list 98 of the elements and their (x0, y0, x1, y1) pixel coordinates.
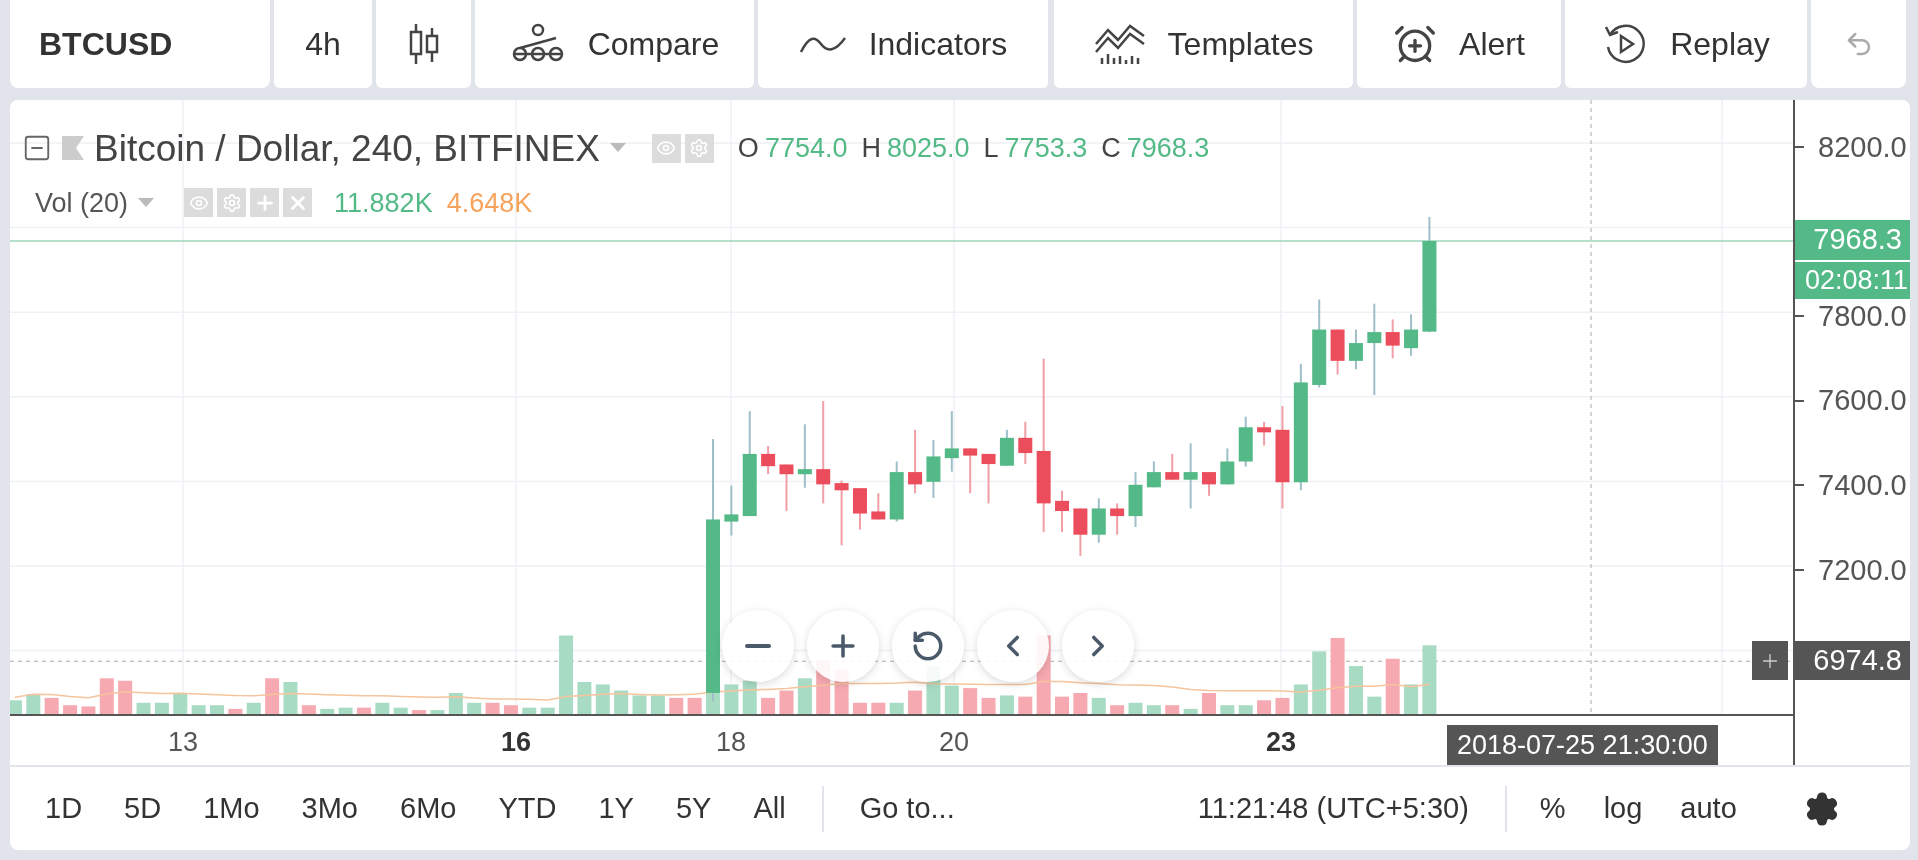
volume-value: 11.882K (334, 186, 433, 220)
candlestick (1220, 447, 1235, 486)
settings-icon (221, 192, 242, 213)
candlestick (834, 479, 849, 547)
price-label: 7400.0 (1818, 470, 1907, 500)
toolbar-button[interactable]: Compare (475, 0, 754, 88)
chart-lines-icon (1093, 22, 1146, 66)
candlestick (1330, 328, 1345, 376)
candlestick (999, 428, 1014, 467)
candlestick (1165, 452, 1180, 481)
toolbar-button[interactable]: Alert (1357, 0, 1561, 88)
candlestick (761, 444, 776, 476)
candlestick (1348, 328, 1363, 371)
ohlc-key: O (737, 128, 759, 169)
crosshair-price-label: 6974.8 (1795, 641, 1910, 680)
price-label: 7800.0 (1818, 301, 1907, 331)
candlestick (1385, 318, 1400, 360)
range-button[interactable]: 1Mo (182, 778, 281, 839)
candlestick (1183, 442, 1198, 510)
crosshair-time-label: 2018-07-25 21:30:00 (1447, 725, 1718, 765)
caret-icon[interactable] (138, 197, 155, 208)
visibility-button[interactable] (184, 188, 214, 218)
date-label: 16 (499, 726, 532, 759)
candlestick (889, 460, 904, 523)
range-button[interactable]: 1D (24, 778, 104, 839)
undo-button[interactable] (1811, 0, 1906, 88)
range-button[interactable]: 1Y (577, 778, 655, 839)
settings-icon (689, 138, 710, 159)
ohlc-value: 8025.0 (886, 132, 970, 165)
date-label: 20 (937, 726, 970, 759)
candlestick (797, 423, 812, 489)
range-button[interactable]: 5D (103, 778, 183, 839)
candlestick (1238, 415, 1253, 468)
ohlc-value: 7753.3 (1004, 132, 1088, 165)
ohlc-key: L (983, 128, 999, 169)
toolbar-button[interactable]: Replay (1565, 0, 1807, 88)
chart-type-button[interactable] (376, 0, 471, 88)
price-label: 7200.0 (1818, 555, 1907, 585)
candlestick (1091, 497, 1106, 544)
scale-option-button[interactable]: % (1520, 778, 1585, 839)
range-button[interactable]: YTD (477, 778, 578, 839)
reset-icon (911, 629, 945, 663)
toolbar-button[interactable]: Templates (1054, 0, 1353, 88)
visibility-button[interactable] (651, 133, 681, 163)
date-label: 18 (714, 726, 747, 759)
symbol-button[interactable]: BTCUSD (10, 0, 270, 88)
minus-icon (745, 644, 771, 648)
scroll-left-button[interactable] (977, 610, 1049, 682)
candlestick (871, 492, 886, 521)
candlestick (1257, 420, 1272, 447)
range-button[interactable]: 3Mo (280, 778, 379, 839)
add-line-button[interactable] (1752, 641, 1788, 680)
candlestick (1404, 313, 1419, 357)
add-button[interactable] (250, 188, 280, 218)
candlestick (1110, 502, 1125, 536)
scale-option-button[interactable]: auto (1661, 778, 1756, 839)
countdown-label: 02:08:11 (1795, 262, 1910, 299)
candlestick (1202, 471, 1216, 497)
caret-icon[interactable] (609, 143, 626, 154)
goto-button[interactable]: Go to... (838, 778, 976, 839)
candlestick (852, 487, 867, 531)
candlestick (1018, 420, 1033, 466)
ohlc-key: H (861, 128, 881, 169)
candlestick (1073, 507, 1088, 557)
ohlc-value: 7754.0 (764, 132, 848, 165)
ohlc-value: 7968.3 (1126, 132, 1210, 165)
range-button[interactable]: 5Y (654, 778, 733, 839)
interval-button[interactable]: 4h (274, 0, 372, 88)
clock-label: 11:21:48 (UTC+5:30) (1197, 790, 1469, 826)
candlestick (1055, 489, 1070, 534)
candlestick (908, 428, 923, 495)
candlestick (944, 410, 959, 473)
candlestick (1128, 471, 1143, 529)
toolbar-button[interactable]: Indicators (758, 0, 1050, 88)
flag-icon (62, 136, 84, 161)
candlestick (724, 484, 739, 537)
date-label: 23 (1264, 726, 1297, 759)
scale-option-button[interactable]: log (1584, 778, 1662, 839)
zoom-in-button[interactable] (807, 610, 879, 682)
range-button[interactable]: 6Mo (379, 778, 478, 839)
remove-button[interactable] (283, 188, 313, 218)
date-label: 13 (166, 726, 199, 759)
zoom-out-button[interactable] (722, 610, 794, 682)
volume-value: 4.648K (446, 186, 533, 220)
price-label: 8200.0 (1818, 132, 1907, 162)
reset-button[interactable] (892, 610, 964, 682)
ohlc-key: C (1101, 128, 1121, 169)
candlestick (926, 438, 941, 499)
candlestick (981, 452, 996, 505)
last-price-label: 7968.3 (1795, 220, 1910, 260)
symbol-title: Bitcoin / Dollar, 240, BITFINEX (94, 129, 600, 167)
price-label: 7600.0 (1818, 386, 1907, 416)
candlestick (779, 463, 794, 512)
scroll-right-button[interactable] (1062, 610, 1134, 682)
candlestick (963, 447, 978, 495)
volume-title: Vol (20) (35, 186, 129, 220)
range-button[interactable]: All (732, 778, 807, 839)
candlestick (1146, 460, 1161, 489)
